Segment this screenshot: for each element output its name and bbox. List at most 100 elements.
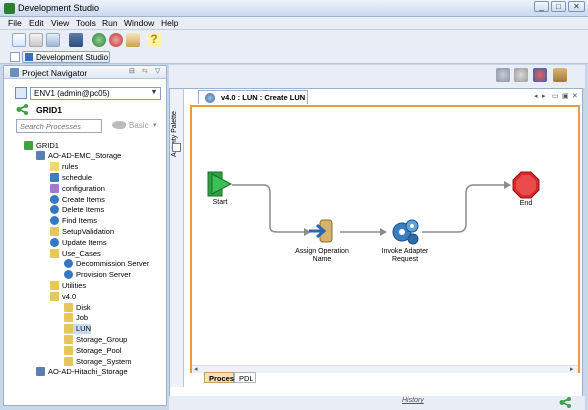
menu-window[interactable]: Window	[124, 18, 154, 28]
open-perspective-icon[interactable]	[10, 52, 20, 62]
tree-item-label: Utilities	[62, 280, 87, 290]
tree-item[interactable]: Provision Server	[64, 270, 131, 280]
perspective-tab[interactable]: Development Studio	[22, 51, 110, 63]
maximize-button[interactable]: □	[551, 1, 566, 12]
tree-item[interactable]: Delete Items	[50, 205, 104, 215]
folder-icon	[64, 302, 73, 312]
menu-run[interactable]: Run	[102, 18, 118, 28]
search-processes-input[interactable]	[16, 119, 102, 133]
view-menu-icon[interactable]: ▽	[155, 67, 160, 75]
configuration-icon	[50, 183, 59, 193]
collapse-all-icon[interactable]: ⊟	[129, 67, 135, 75]
tree-item[interactable]: Update Items	[50, 237, 107, 247]
rules-icon	[50, 162, 59, 172]
project-navigator: Project Navigator ⊟ ⇆ ▽ ENV1 (admin@pc05…	[3, 65, 167, 406]
tree-item[interactable]: Job	[64, 313, 88, 323]
open-icon[interactable]	[29, 33, 43, 47]
tree-item-label: AO-AD-Hitachi_Storage	[48, 367, 128, 377]
editor-tab[interactable]: v4.0 : LUN : Create LUN	[198, 90, 308, 104]
tab-prev-icon[interactable]: ◂	[534, 92, 538, 100]
tree-item[interactable]: Storage_Pool	[64, 345, 121, 355]
process-icon	[50, 194, 59, 204]
menu-edit[interactable]: Edit	[29, 18, 44, 28]
activity-palette-strip[interactable]: Activity Palette	[170, 89, 184, 387]
tree-item-label: Use_Cases	[62, 248, 101, 258]
new-icon[interactable]	[12, 33, 26, 47]
grid-status-icon[interactable]	[559, 397, 572, 408]
tree-item-label: AO-AD-EMC_Storage	[48, 151, 122, 161]
start-label: Start	[212, 199, 228, 206]
tree-item-label: Storage_Pool	[76, 345, 122, 355]
tree-item[interactable]: Decommission Server	[64, 259, 149, 269]
tree-item[interactable]: Disk	[64, 302, 91, 312]
start-icon[interactable]	[207, 171, 233, 197]
debug-icon[interactable]	[126, 33, 140, 47]
folder-icon	[64, 356, 73, 366]
tree-item[interactable]: Find Items	[50, 216, 97, 226]
tree-item-label: SetupValidation	[62, 226, 114, 236]
help-icon[interactable]: ?	[147, 33, 161, 47]
environment-select[interactable]: ENV1 (admin@pc05) ▼	[30, 87, 161, 100]
gears-icon[interactable]	[390, 217, 420, 247]
tree-item[interactable]: Storage_System	[64, 356, 131, 366]
package-icon[interactable]	[553, 68, 567, 82]
stop-icon[interactable]	[512, 171, 540, 199]
tree-item[interactable]: GRID1	[24, 140, 59, 150]
close-button[interactable]: ✕	[568, 1, 585, 12]
adapter-icon	[36, 151, 45, 161]
network-icon[interactable]	[533, 68, 547, 82]
tree-item-label: configuration	[62, 183, 105, 193]
minimize-button[interactable]: _	[534, 1, 549, 12]
tree-item[interactable]: Create Items	[50, 194, 105, 204]
tree-item-label: Provision Server	[76, 270, 132, 280]
tree-item-label: Delete Items	[62, 205, 105, 215]
maximize-editor-icon[interactable]: ▣	[562, 92, 569, 100]
tree-item[interactable]: LUN	[64, 323, 92, 334]
history-link[interactable]: History	[402, 397, 424, 404]
tree-item-label: Update Items	[62, 237, 107, 247]
folder-icon	[50, 248, 59, 258]
process-canvas[interactable]: Start Assign Operation Name Invoke Adapt…	[190, 105, 580, 373]
tree-item[interactable]: AO-AD-EMC_Storage	[36, 151, 121, 161]
cloud-icon[interactable]	[496, 68, 510, 82]
tab-process[interactable]: Process	[204, 372, 238, 383]
process-icon	[50, 216, 59, 226]
navigator-title: Project Navigator	[22, 68, 88, 78]
tree-item[interactable]: Use_Cases	[50, 248, 101, 258]
link-icon[interactable]: ⇆	[142, 67, 148, 75]
tree-item-label: rules	[62, 162, 79, 172]
scroll-right-icon[interactable]: ▸	[570, 365, 574, 373]
palette-toggle-icon[interactable]	[172, 143, 181, 152]
close-editor-icon[interactable]: ✕	[572, 92, 578, 100]
tab-next-icon[interactable]: ▸	[542, 92, 546, 100]
menu-view[interactable]: View	[51, 18, 69, 28]
minimize-editor-icon[interactable]: ▭	[552, 92, 559, 100]
tree-item[interactable]: configuration	[50, 183, 105, 193]
filter-basic[interactable]: Basic	[129, 121, 149, 130]
tree-item[interactable]: SetupValidation	[50, 226, 114, 236]
stop-process-icon[interactable]	[109, 33, 123, 47]
tree-item-label: Storage_Group	[76, 334, 128, 344]
filter-chevron-icon[interactable]: ▾	[153, 121, 157, 129]
print-icon[interactable]	[69, 33, 83, 47]
environment-icon	[15, 87, 27, 99]
folder-icon	[50, 226, 59, 236]
tree-item[interactable]: rules	[50, 162, 78, 172]
tree-item[interactable]: v4.0	[50, 291, 76, 301]
tree-item[interactable]: schedule	[50, 172, 92, 182]
assign-icon[interactable]	[307, 217, 337, 245]
process-editor: Activity Palette v4.0 : LUN : Create LUN…	[169, 88, 583, 406]
refresh-icon[interactable]	[92, 33, 106, 47]
tree-item[interactable]: AO-AD-Hitachi_Storage	[36, 367, 128, 377]
tree-item[interactable]: Storage_Group	[64, 334, 127, 344]
settings-icon[interactable]	[514, 68, 528, 82]
menu-help[interactable]: Help	[161, 18, 178, 28]
flow-connectors	[232, 181, 511, 236]
chevron-down-icon[interactable]: ▼	[149, 89, 159, 98]
menu-file[interactable]: File	[8, 18, 22, 28]
scroll-left-icon[interactable]: ◂	[194, 365, 198, 373]
menu-tools[interactable]: Tools	[76, 18, 96, 28]
tab-pdl[interactable]: PDL	[234, 372, 256, 383]
save-icon[interactable]	[46, 33, 60, 47]
tree-item[interactable]: Utilities	[50, 280, 86, 290]
